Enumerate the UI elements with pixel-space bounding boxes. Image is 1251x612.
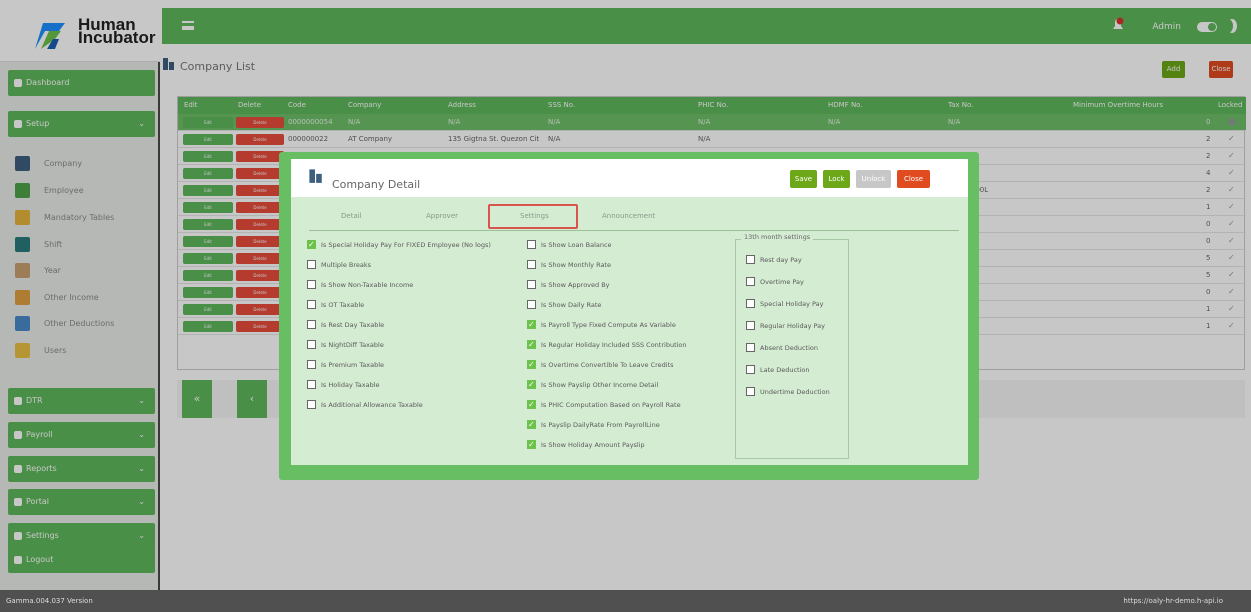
checkbox-is-payslip-dailyrate-from-payrollline[interactable]: Is Payslip DailyRate From PayrollLine — [527, 419, 660, 431]
company-detail-modal: Company Detail Save Lock Unlock Close De… — [279, 152, 979, 480]
checkbox-late-deduction[interactable]: Late Deduction — [746, 364, 810, 376]
checkbox-icon[interactable] — [527, 419, 536, 430]
checkbox-label: Is Show Non-Taxable Income — [321, 281, 414, 289]
checkbox-label: Undertime Deduction — [760, 388, 830, 396]
checkbox-label: Is NightDiff Taxable — [321, 341, 384, 349]
checkbox-label: Is Payslip DailyRate From PayrollLine — [541, 421, 660, 429]
checkbox-is-show-holiday-amount-payslip[interactable]: Is Show Holiday Amount Payslip — [527, 439, 645, 451]
checkbox-icon[interactable] — [527, 339, 536, 350]
checkbox-icon[interactable] — [307, 279, 316, 289]
close-modal-button[interactable]: Close — [897, 170, 930, 188]
checkbox-overtime-pay[interactable]: Overtime Pay — [746, 276, 804, 288]
checkbox-is-show-loan-balance[interactable]: Is Show Loan Balance — [527, 239, 612, 251]
checkbox-label: Is Special Holiday Pay For FIXED Employe… — [321, 241, 491, 249]
checkbox-label: Is Payroll Type Fixed Compute As Variabl… — [541, 321, 676, 329]
checkbox-is-show-non-taxable-income[interactable]: Is Show Non-Taxable Income — [307, 279, 414, 291]
checkbox-icon[interactable] — [746, 320, 755, 330]
checkbox-label: Is PHIC Computation Based on Payroll Rat… — [541, 401, 681, 409]
checkbox-icon[interactable] — [746, 386, 755, 396]
lock-button[interactable]: Lock — [823, 170, 850, 188]
modal-title: Company Detail — [332, 178, 421, 191]
checkbox-is-holiday-taxable[interactable]: Is Holiday Taxable — [307, 379, 380, 391]
checkbox-label: Regular Holiday Pay — [760, 322, 825, 330]
modal-header: Company Detail Save Lock Unlock Close — [291, 159, 968, 197]
checkbox-icon[interactable] — [307, 299, 316, 309]
checkbox-icon[interactable] — [527, 319, 536, 330]
tab-approver[interactable]: Approver — [426, 212, 458, 220]
checkbox-icon[interactable] — [746, 298, 755, 308]
checkbox-is-additional-allowance-taxable[interactable]: Is Additional Allowance Taxable — [307, 399, 423, 411]
checkbox-icon[interactable] — [527, 279, 536, 289]
checkbox-label: Is Overtime Convertible To Leave Credits — [541, 361, 674, 369]
checkbox-icon[interactable] — [307, 239, 316, 250]
unlock-button[interactable]: Unlock — [856, 170, 891, 188]
version-text: Gamma.004.037 Version — [6, 597, 93, 605]
checkbox-icon[interactable] — [746, 276, 755, 286]
checkbox-is-nightdiff-taxable[interactable]: Is NightDiff Taxable — [307, 339, 384, 351]
checkbox-icon[interactable] — [746, 342, 755, 352]
checkbox-is-phic-computation-based-on-payroll-rate[interactable]: Is PHIC Computation Based on Payroll Rat… — [527, 399, 681, 411]
checkbox-icon[interactable] — [307, 379, 316, 389]
tab-detail[interactable]: Detail — [341, 212, 362, 220]
checkbox-label: Is OT Taxable — [321, 301, 365, 309]
checkbox-is-rest-day-taxable[interactable]: Is Rest Day Taxable — [307, 319, 385, 331]
checkbox-label: Is Show Monthly Rate — [541, 261, 611, 269]
checkbox-undertime-deduction[interactable]: Undertime Deduction — [746, 386, 830, 398]
checkbox-multiple-breaks[interactable]: Multiple Breaks — [307, 259, 372, 271]
checkbox-icon[interactable] — [307, 259, 316, 269]
checkbox-icon[interactable] — [746, 364, 755, 374]
checkbox-absent-deduction[interactable]: Absent Deduction — [746, 342, 818, 354]
checkbox-label: Absent Deduction — [760, 344, 818, 352]
13th-month-title: 13th month settings — [741, 233, 814, 241]
checkbox-is-overtime-convertible-to-leave-credits[interactable]: Is Overtime Convertible To Leave Credits — [527, 359, 674, 371]
tab-settings[interactable]: Settings — [520, 212, 549, 220]
checkbox-icon[interactable] — [307, 339, 316, 349]
checkbox-label: Is Additional Allowance Taxable — [321, 401, 423, 409]
checkbox-label: Is Show Holiday Amount Payslip — [541, 441, 645, 449]
checkbox-is-regular-holiday-included-sss-contribution[interactable]: Is Regular Holiday Included SSS Contribu… — [527, 339, 687, 351]
checkbox-is-show-payslip-other-income-detail[interactable]: Is Show Payslip Other Income Detail — [527, 379, 659, 391]
checkbox-icon[interactable] — [307, 399, 316, 409]
checkbox-label: Is Rest Day Taxable — [321, 321, 385, 329]
checkbox-label: Is Show Payslip Other Income Detail — [541, 381, 659, 389]
checkbox-label: Rest day Pay — [760, 256, 802, 264]
save-button[interactable]: Save — [790, 170, 817, 188]
footer: Gamma.004.037 Version https://oaly-hr-de… — [0, 590, 1251, 612]
checkbox-is-show-monthly-rate[interactable]: Is Show Monthly Rate — [527, 259, 611, 271]
checkbox-icon[interactable] — [527, 439, 536, 450]
checkbox-icon[interactable] — [527, 359, 536, 370]
checkbox-label: Is Regular Holiday Included SSS Contribu… — [541, 341, 687, 349]
checkbox-is-premium-taxable[interactable]: Is Premium Taxable — [307, 359, 384, 371]
checkbox-special-holiday-pay[interactable]: Special Holiday Pay — [746, 298, 824, 310]
checkbox-label: Late Deduction — [760, 366, 810, 374]
building-icon — [309, 169, 322, 183]
checkbox-icon[interactable] — [527, 299, 536, 309]
footer-url[interactable]: https://oaly-hr-demo.h-api.io — [1123, 597, 1223, 605]
checkbox-icon[interactable] — [307, 319, 316, 329]
checkbox-is-ot-taxable[interactable]: Is OT Taxable — [307, 299, 365, 311]
checkbox-label: Special Holiday Pay — [760, 300, 824, 308]
checkbox-icon[interactable] — [527, 379, 536, 390]
checkbox-icon[interactable] — [527, 399, 536, 410]
checkbox-label: Is Premium Taxable — [321, 361, 384, 369]
tab-announcement[interactable]: Announcement — [602, 212, 655, 220]
checkbox-icon[interactable] — [307, 359, 316, 369]
checkbox-label: Is Show Loan Balance — [541, 241, 612, 249]
checkbox-regular-holiday-pay[interactable]: Regular Holiday Pay — [746, 320, 825, 332]
checkbox-label: Multiple Breaks — [321, 261, 372, 269]
checkbox-rest-day-pay[interactable]: Rest day Pay — [746, 254, 802, 266]
modal-body: Detail Approver Settings Announcement 13… — [291, 197, 968, 465]
checkbox-label: Is Show Daily Rate — [541, 301, 602, 309]
checkbox-label: Overtime Pay — [760, 278, 804, 286]
tab-divider — [309, 230, 959, 231]
checkbox-is-payroll-type-fixed-compute-as-variable[interactable]: Is Payroll Type Fixed Compute As Variabl… — [527, 319, 676, 331]
checkbox-is-show-approved-by[interactable]: Is Show Approved By — [527, 279, 610, 291]
checkbox-icon[interactable] — [527, 259, 536, 269]
checkbox-icon[interactable] — [527, 239, 536, 249]
checkbox-is-special-holiday-pay-for-fixed-employee-no-logs-[interactable]: Is Special Holiday Pay For FIXED Employe… — [307, 239, 491, 251]
checkbox-is-show-daily-rate[interactable]: Is Show Daily Rate — [527, 299, 602, 311]
checkbox-label: Is Show Approved By — [541, 281, 610, 289]
checkbox-label: Is Holiday Taxable — [321, 381, 380, 389]
checkbox-icon[interactable] — [746, 254, 755, 264]
